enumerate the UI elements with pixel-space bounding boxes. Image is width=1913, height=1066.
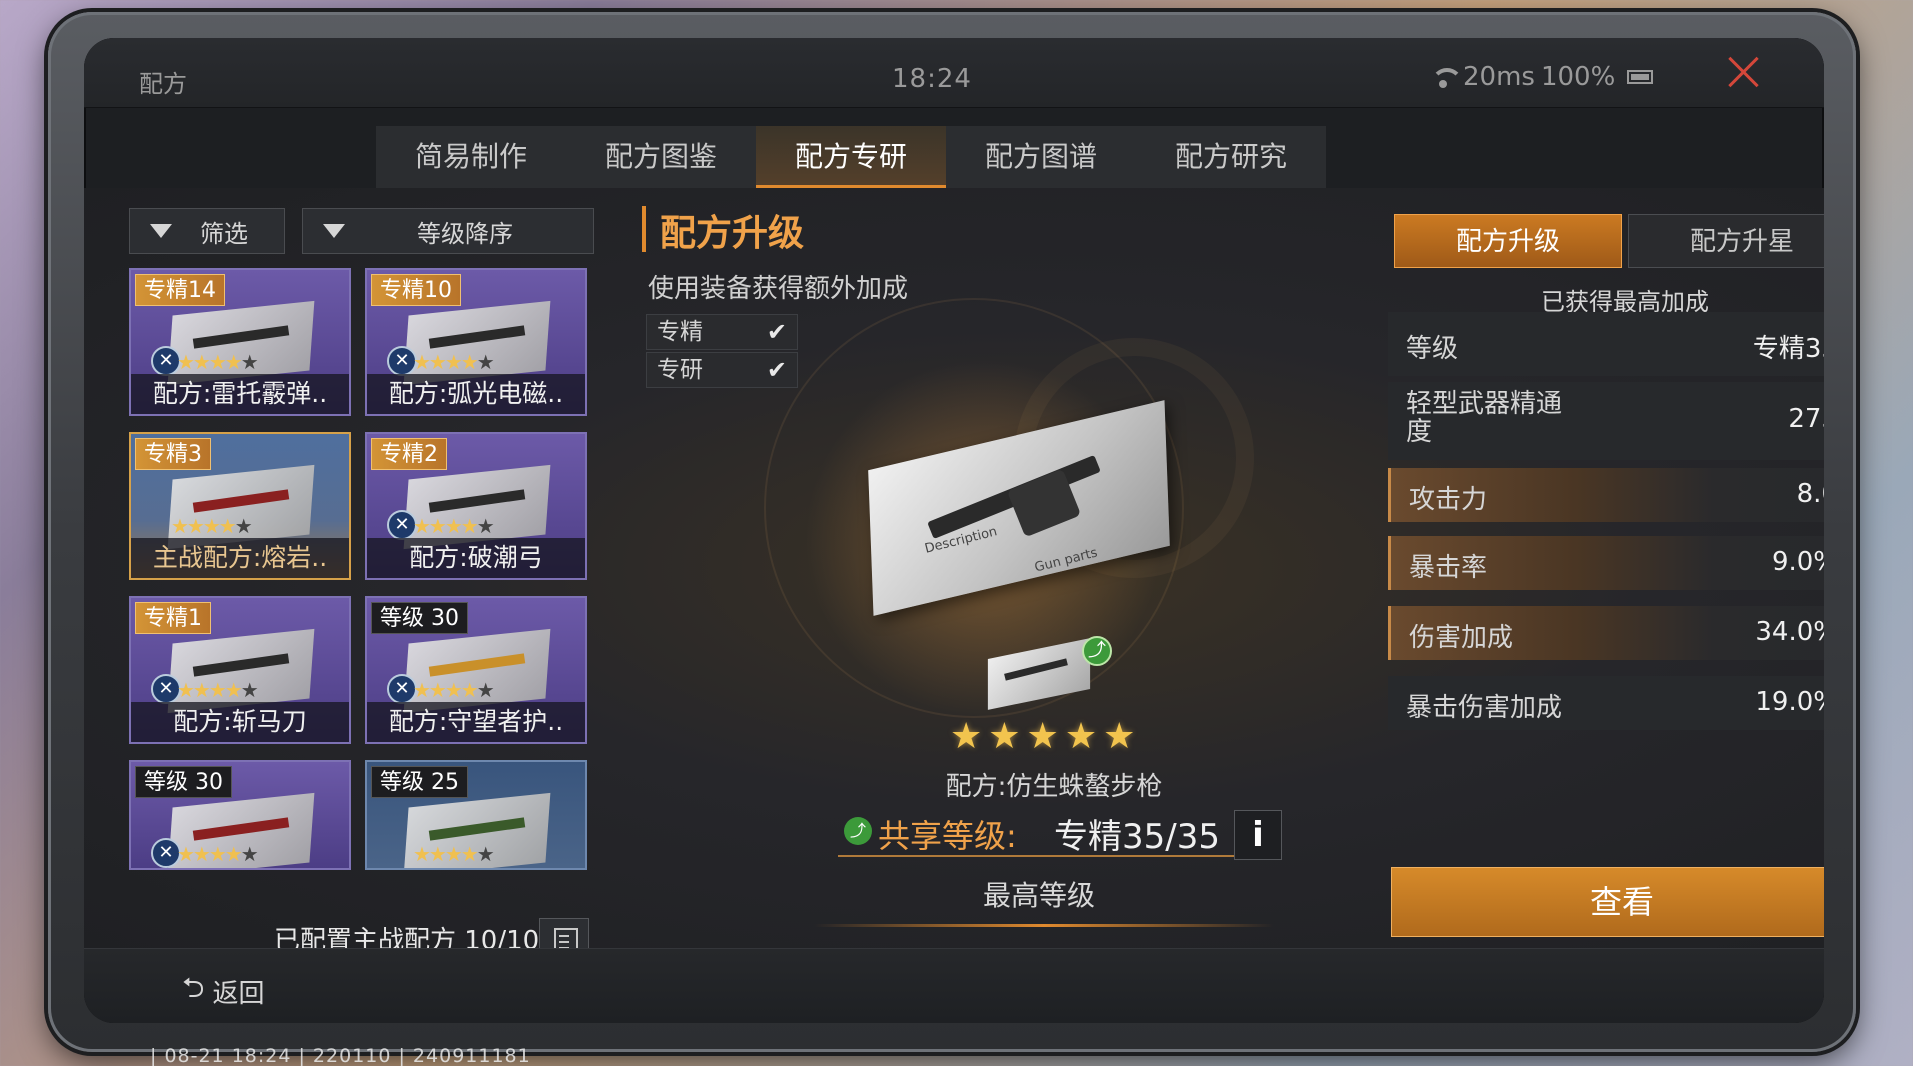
stat-key: 伤害加成 <box>1409 623 1514 653</box>
card-stars: ★★★★★ <box>413 678 495 702</box>
sort-button[interactable]: 等级降序 <box>302 208 594 254</box>
stat-key: 攻击力 <box>1409 485 1488 515</box>
card-stars: ★★★★★ <box>413 514 495 538</box>
battery-text: 100% <box>1540 62 1616 92</box>
tab-recipe-atlas[interactable]: 配方图谱 <box>946 126 1136 188</box>
recipe-window: 配方 18:24 20ms 100% 简易制作 配方图鉴 配方专研 配方图谱 配… <box>84 38 1824 1023</box>
stat-value: 8.0 <box>1796 479 1824 509</box>
card-level-tag: 等级 30 <box>135 766 232 798</box>
stat-key: 暴击率 <box>1409 553 1488 583</box>
filter-label: 筛选 <box>200 219 248 248</box>
check-research-label: 专研 <box>657 357 703 383</box>
back-label: 返回 <box>212 978 265 1009</box>
card-level-tag: 专精2 <box>371 438 447 470</box>
card-stars: ★★★★★ <box>177 842 259 866</box>
status-area: 20ms 100% <box>1429 62 1654 92</box>
checkmark-icon: ✔ <box>766 318 787 346</box>
view-button[interactable]: 查看 <box>1391 867 1824 937</box>
stat-row-damage-bonus: 伤害加成 34.0% <box>1388 606 1824 660</box>
recipe-card[interactable]: 专精1 ✕ ★★★★★ 配方:斩马刀 <box>129 596 351 744</box>
max-level-text: 最高等级 <box>982 879 1095 912</box>
card-level-tag: 专精1 <box>135 602 211 634</box>
check-mastery[interactable]: 专精 ✔ <box>646 314 798 350</box>
info-button[interactable]: i <box>1234 810 1282 860</box>
card-name: 配方:斩马刀 <box>131 702 349 742</box>
card-name: 配方:雷托霰弹.. <box>131 374 349 414</box>
tab-recipe-upgrade[interactable]: 配方升级 <box>1394 214 1622 268</box>
title-bar: 配方 18:24 20ms 100% <box>84 38 1824 108</box>
stat-row-attack: 攻击力 8.0 <box>1388 468 1824 522</box>
card-stars: ★★★★★ <box>177 350 259 374</box>
section-subtitle: 使用装备获得额外加成 <box>648 274 909 304</box>
filter-triangle-icon <box>150 224 172 238</box>
recipe-card[interactable]: 等级 30 ✕ ★★★★★ 配方:守望者护.. <box>365 596 587 744</box>
card-stars: ★★★★★ <box>177 678 259 702</box>
stat-key: 暴击伤害加成 <box>1406 693 1563 723</box>
close-icon[interactable] <box>1724 52 1764 92</box>
stat-value: 34.0% <box>1755 617 1824 647</box>
share-level-icon: ⤴ <box>844 817 872 845</box>
check-research[interactable]: 专研 ✔ <box>646 352 798 388</box>
stat-value: 275 <box>1788 404 1824 434</box>
tab-recipe-mastery[interactable]: 配方专研 <box>756 126 946 188</box>
card-name: 配方:守望者护.. <box>367 702 585 742</box>
recipe-card-list: 专精14 ✕ ★★★★★ 配方:雷托霰弹.. 专精10 ✕ ★★★★★ 配方:弧… <box>129 268 595 870</box>
build-info-footer: | 08-21 18:24 | 220110 | 240911181 <box>150 1045 531 1066</box>
share-level-row: ⤴ 共享等级: 专精35/35 <box>838 803 1282 857</box>
share-level-value: 专精35/35 <box>1054 817 1220 857</box>
content-area: 筛选 等级降序 专精14 ✕ ★★★★★ 配方:雷托霰弹.. 专精10 ✕ ★★… <box>84 188 1824 966</box>
wifi-icon <box>1429 66 1463 88</box>
sort-label: 等级降序 <box>417 219 513 248</box>
recipe-card[interactable]: 专精3 ★★★★★ 主战配方:熔岩.. <box>129 432 351 580</box>
recipe-card[interactable]: 专精10 ✕ ★★★★★ 配方:弧光电磁.. <box>365 268 587 416</box>
card-level-tag: 等级 30 <box>371 602 468 634</box>
recipe-card[interactable]: 专精14 ✕ ★★★★★ 配方:雷托霰弹.. <box>129 268 351 416</box>
recipe-card[interactable]: 等级 30 ✕ ★★★★★ <box>129 760 351 870</box>
share-level-label: 共享等级: <box>878 817 1017 855</box>
stat-key: 等级 <box>1406 334 1459 364</box>
sort-triangle-icon <box>323 224 345 238</box>
card-name: 配方:破潮弓 <box>367 538 585 578</box>
main-tabs: 简易制作 配方图鉴 配方专研 配方图谱 配方研究 <box>376 126 1326 188</box>
stat-row-mastery: 轻型武器精通 度 275 <box>1388 382 1824 460</box>
card-level-tag: 等级 25 <box>371 766 468 798</box>
card-name: 配方:弧光电磁.. <box>367 374 585 414</box>
stat-row-level: 等级 专精35 <box>1388 312 1824 376</box>
tab-recipe-star-up[interactable]: 配方升星 <box>1628 214 1824 268</box>
stat-key: 轻型武器精通 度 <box>1406 389 1563 447</box>
check-mastery-label: 专精 <box>657 319 703 345</box>
battery-icon <box>1627 70 1654 84</box>
recipe-card[interactable]: 专精2 ✕ ★★★★★ 配方:破潮弓 <box>365 432 587 580</box>
stat-value: 19.0% <box>1755 687 1824 717</box>
tab-recipe-research[interactable]: 配方研究 <box>1136 126 1326 188</box>
share-icon[interactable]: ⤴ <box>1082 636 1112 666</box>
recipe-name: 配方:仿生蛛螯步枪 <box>945 772 1163 802</box>
card-stars: ★★★★★ <box>413 842 495 866</box>
window-title: 配方 <box>139 70 187 98</box>
checkmark-icon: ✔ <box>766 356 787 384</box>
clock: 18:24 <box>892 64 972 94</box>
recipe-card[interactable]: 等级 25 ★★★★★ <box>365 760 587 870</box>
card-name: 主战配方:熔岩.. <box>131 538 349 578</box>
section-title: 配方升级 <box>660 213 805 254</box>
card-stars: ★★★★★ <box>413 350 495 374</box>
card-level-tag: 专精3 <box>135 438 211 470</box>
back-arrow-icon: ⮌ <box>182 971 205 1004</box>
ping-text: 20ms <box>1463 62 1535 92</box>
divider <box>814 924 1274 927</box>
stat-value: 专精35 <box>1752 334 1824 364</box>
card-level-tag: 专精10 <box>371 274 461 306</box>
stat-row-crit-rate: 暴击率 9.0% <box>1388 536 1824 590</box>
card-stars: ★★★★★ <box>171 514 253 538</box>
stat-value: 9.0% <box>1771 547 1824 577</box>
title-accent-bar <box>642 206 646 252</box>
stat-row-crit-damage: 暴击伤害加成 19.0% <box>1388 676 1824 730</box>
recipe-stars: ★★★★★ <box>950 716 1142 757</box>
tab-recipe-codex[interactable]: 配方图鉴 <box>566 126 756 188</box>
filter-button[interactable]: 筛选 <box>129 208 285 254</box>
tab-simple-craft[interactable]: 简易制作 <box>376 126 566 188</box>
card-level-tag: 专精14 <box>135 274 225 306</box>
back-button[interactable]: ⮌ 返回 <box>182 967 264 1015</box>
bottom-bar: ⮌ 返回 <box>84 948 1824 1023</box>
